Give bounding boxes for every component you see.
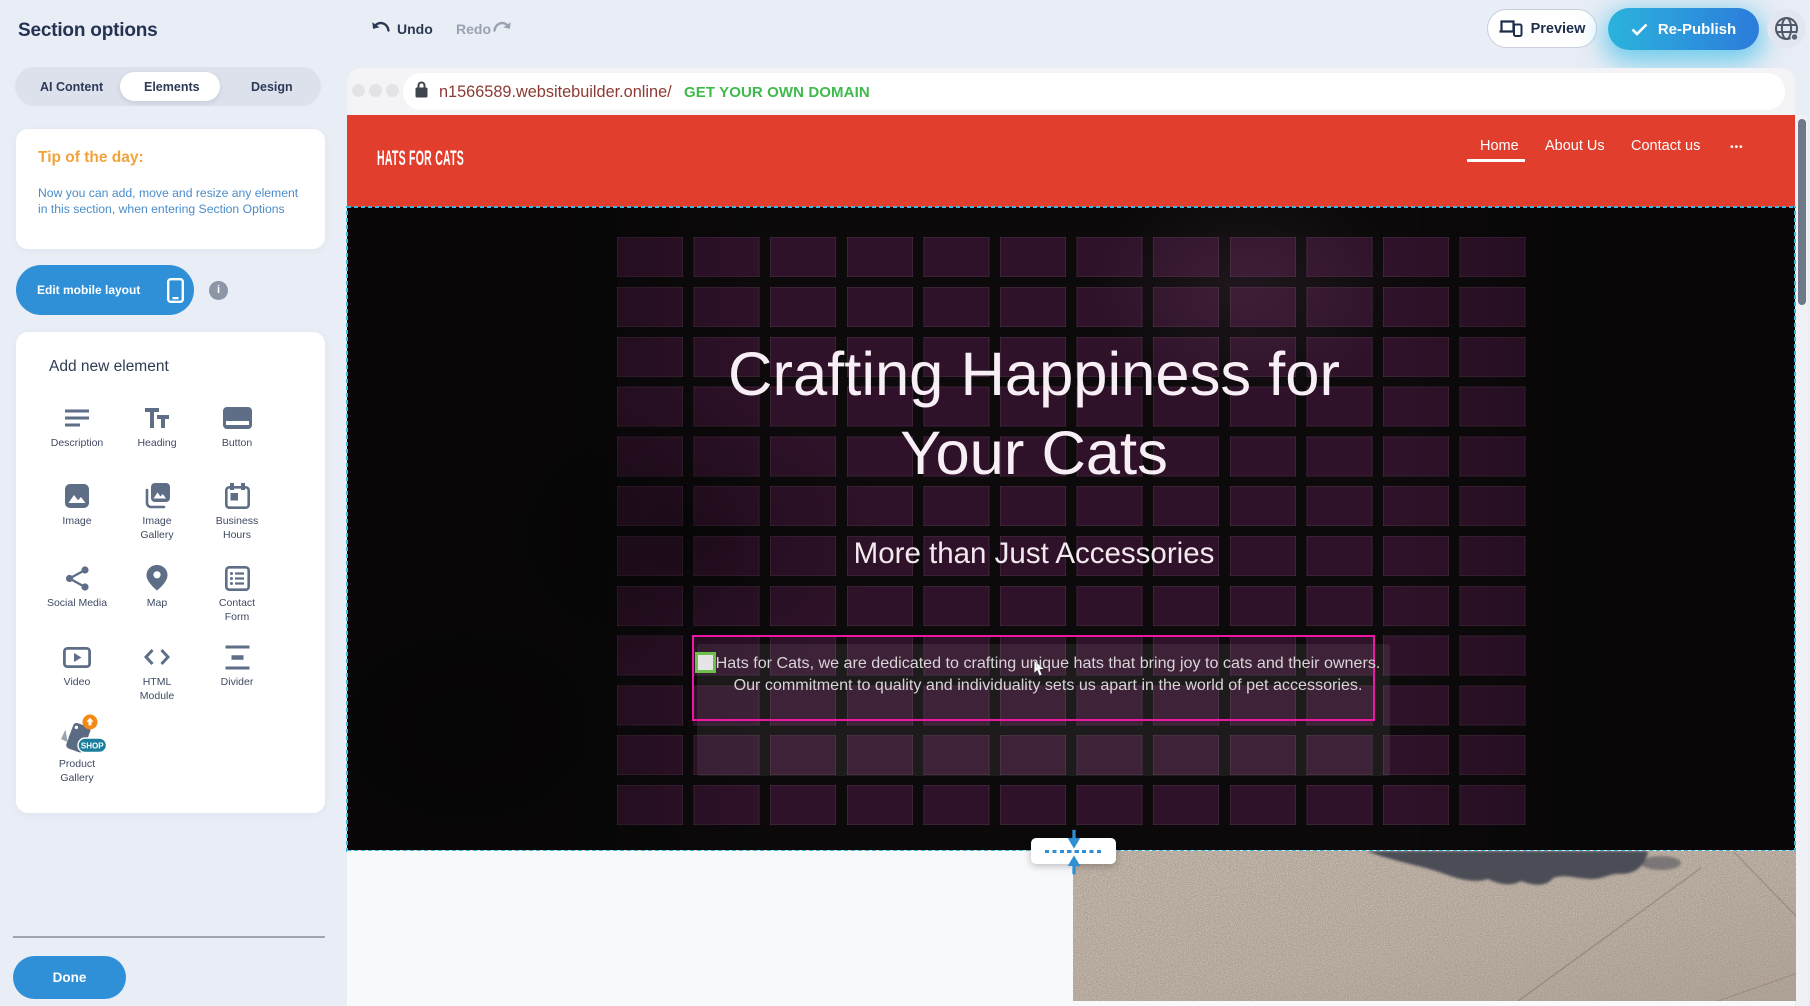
svg-text:SHOP: SHOP	[81, 742, 104, 751]
